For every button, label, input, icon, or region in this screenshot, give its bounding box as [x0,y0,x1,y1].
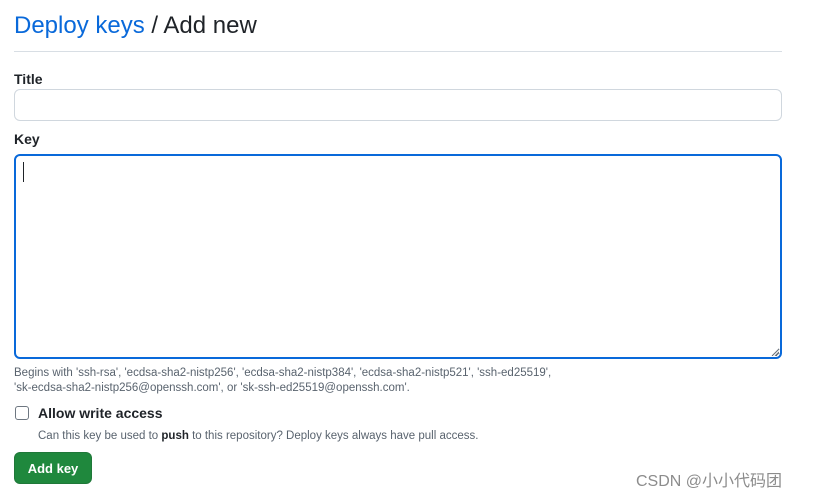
key-format-hint: Begins with 'ssh-rsa', 'ecdsa-sha2-nistp… [14,366,714,396]
key-label: Key [14,131,40,147]
key-format-hint-line1: Begins with 'ssh-rsa', 'ecdsa-sha2-nistp… [14,367,552,379]
page-title: Deploy keys / Add new [14,10,782,52]
title-label: Title [14,71,43,87]
key-textarea[interactable] [14,154,782,359]
title-input[interactable] [14,89,782,121]
add-key-button[interactable]: Add key [14,452,92,484]
write-access-note-bold: push [161,430,189,442]
watermark-text: CSDN @小小代码团 [636,473,783,490]
allow-write-access-checkbox[interactable] [15,406,29,420]
resize-grip-icon[interactable] [771,348,779,356]
key-format-hint-line2: 'sk-ecdsa-sha2-nistp256@openssh.com', or… [14,382,410,394]
breadcrumb-separator: / [151,12,159,39]
breadcrumb-current: Add new [163,12,257,39]
allow-write-access-label[interactable]: Allow write access [38,405,163,421]
write-access-note: Can this key be used to push to this rep… [38,430,478,442]
write-access-note-post: to this repository? Deploy keys always h… [188,430,479,442]
write-access-note-pre: Can this key be used to [38,430,162,442]
breadcrumb-deploy-keys-link[interactable]: Deploy keys [14,12,145,39]
text-caret [23,162,24,182]
